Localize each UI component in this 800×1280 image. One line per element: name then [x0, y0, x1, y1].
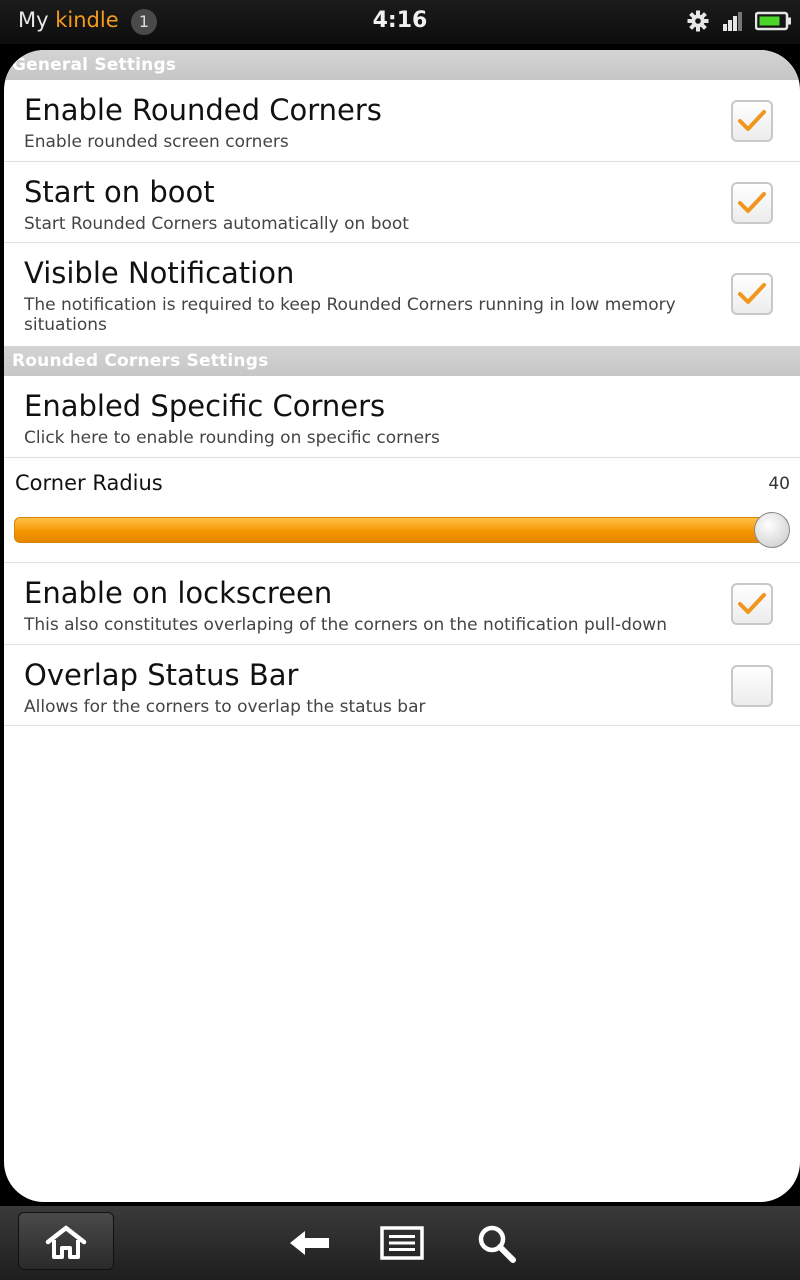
section-header-rounded: Rounded Corners Settings: [4, 346, 800, 376]
pref-title: Overlap Status Bar: [24, 658, 299, 692]
pref-rounded-corners[interactable]: Enable Rounded Corners Enable rounded sc…: [4, 80, 800, 162]
gear-icon[interactable]: [687, 10, 709, 32]
corner-radius-slider-thumb[interactable]: [754, 512, 790, 548]
pref-visible-notification[interactable]: Visible Notification The notification is…: [4, 243, 800, 345]
corner-radius-value: 40: [768, 474, 790, 494]
corner-radius-label: Corner Radius: [15, 471, 163, 495]
search-icon[interactable]: [476, 1223, 518, 1263]
pref-title: Enabled Specific Corners: [24, 389, 386, 423]
pref-summary: This also constitutes overlaping of the …: [24, 615, 667, 635]
pref-corner-radius: Corner Radius 40: [4, 458, 800, 563]
pref-summary: Enable rounded screen corners: [24, 132, 289, 152]
pref-specific-corners[interactable]: Enabled Specific Corners Click here to e…: [4, 376, 800, 458]
home-icon: [45, 1225, 87, 1259]
signal-icon: [723, 12, 742, 31]
back-icon[interactable]: [288, 1228, 332, 1258]
pref-lockscreen[interactable]: Enable on lockscreen This also constitut…: [4, 563, 800, 645]
checkmark-icon: [738, 593, 766, 614]
status-bar: My kindle 1 4:16: [0, 0, 800, 44]
checkmark-icon: [738, 110, 766, 131]
checkmark-icon: [738, 283, 766, 304]
corner-radius-slider-track[interactable]: [14, 517, 788, 543]
overlap-status-bar-checkbox[interactable]: [731, 665, 773, 707]
pref-summary: Click here to enable rounding on specifi…: [24, 428, 440, 448]
status-clock: 4:16: [372, 8, 428, 33]
settings-screen: General Settings Enable Rounded Corners …: [4, 50, 800, 1202]
navigation-bar: [0, 1206, 800, 1280]
checkmark-icon: [738, 192, 766, 213]
visible-notification-checkbox[interactable]: [731, 273, 773, 315]
pref-title: Enable on lockscreen: [24, 576, 333, 610]
pref-summary: The notification is required to keep Rou…: [24, 295, 676, 335]
start-on-boot-checkbox[interactable]: [731, 182, 773, 224]
lockscreen-checkbox[interactable]: [731, 583, 773, 625]
pref-summary: Allows for the corners to overlap the st…: [24, 697, 426, 717]
rounded-corners-checkbox[interactable]: [731, 100, 773, 142]
section-header-general: General Settings: [4, 50, 800, 80]
menu-icon[interactable]: [380, 1226, 424, 1260]
pref-start-on-boot[interactable]: Start on boot Start Rounded Corners auto…: [4, 162, 800, 243]
pref-overlap-status-bar[interactable]: Overlap Status Bar Allows for the corner…: [4, 645, 800, 726]
pref-title: Start on boot: [24, 175, 215, 209]
pref-title: Visible Notification: [24, 256, 295, 290]
pref-title: Enable Rounded Corners: [24, 93, 382, 127]
battery-icon: [755, 11, 791, 31]
home-button[interactable]: [18, 1212, 114, 1270]
pref-summary: Start Rounded Corners automatically on b…: [24, 214, 409, 234]
